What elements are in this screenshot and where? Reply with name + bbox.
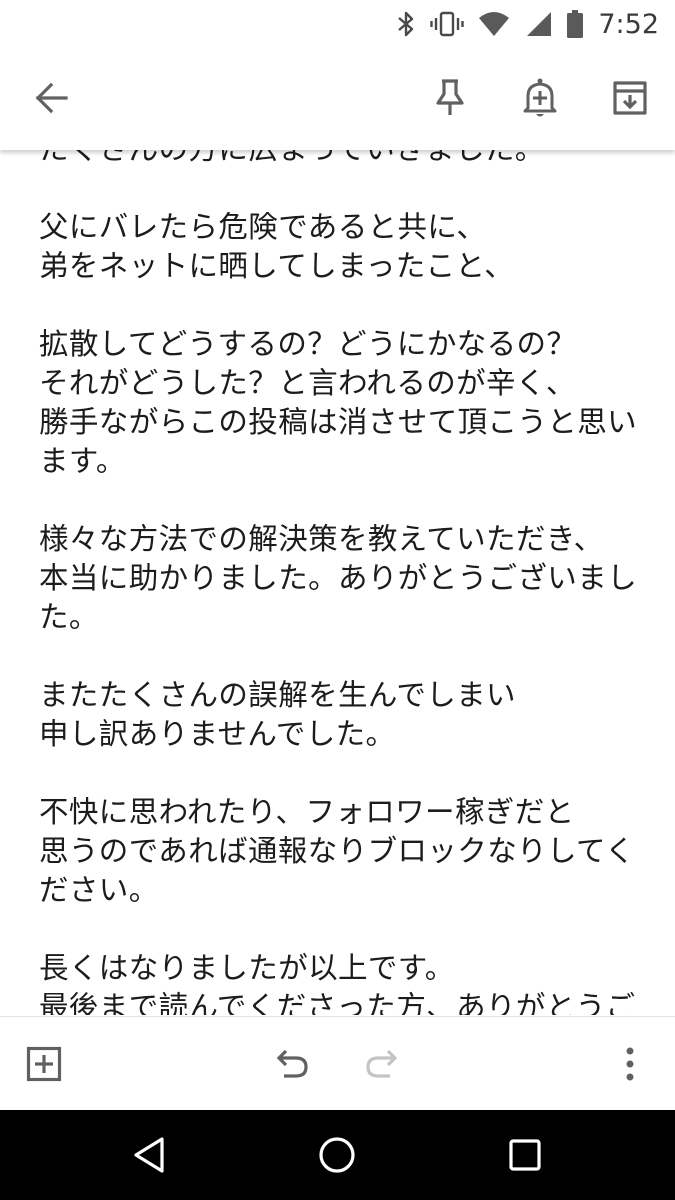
note-line: た。 xyxy=(39,600,99,634)
undo-button[interactable] xyxy=(266,1038,318,1090)
archive-icon xyxy=(612,80,648,116)
bluetooth-icon xyxy=(396,9,416,39)
note-line: ださい。 xyxy=(39,873,159,907)
note-line: 弟をネットに晒してしまったこと、 xyxy=(39,249,515,283)
more-vert-icon xyxy=(624,1046,636,1082)
note-line: 申し訳ありませんでした。 xyxy=(39,717,396,751)
editor-bottom-bar xyxy=(0,1016,675,1111)
back-arrow-icon xyxy=(34,80,70,116)
battery-icon xyxy=(566,9,584,39)
nav-recents-icon xyxy=(507,1137,543,1173)
note-blank-line xyxy=(39,286,655,325)
nav-home-button[interactable] xyxy=(312,1130,362,1180)
status-time: 7:52 xyxy=(598,8,659,40)
note-body[interactable]: たくさんの方に広まっていきました。父にバレたら危険であると共に、弟をネットに晒し… xyxy=(0,130,675,1015)
reminder-button[interactable] xyxy=(512,70,568,126)
pin-button[interactable] xyxy=(422,70,478,126)
note-line: またたくさんの誤解を生んでしまい xyxy=(39,678,516,712)
archive-button[interactable] xyxy=(602,70,658,126)
note-line: 父にバレたら危険であると共に、 xyxy=(39,210,487,244)
nav-recents-button[interactable] xyxy=(500,1130,550,1180)
note-toolbar xyxy=(0,48,675,150)
note-line: 拡散してどうするの？どうにかなるの？ xyxy=(39,327,577,361)
reminder-bell-icon xyxy=(522,77,558,119)
note-blank-line xyxy=(39,637,655,676)
note-line: 不快に思われたり、フォロワー稼ぎだと xyxy=(39,795,575,829)
add-box-icon xyxy=(26,1046,62,1082)
more-options-button[interactable] xyxy=(604,1038,656,1090)
note-line: 様々な方法での解決策を教えていただき、 xyxy=(39,522,604,556)
back-button[interactable] xyxy=(24,70,80,126)
signal-icon xyxy=(524,9,552,39)
undo-icon xyxy=(274,1048,310,1080)
note-line: ます。 xyxy=(39,444,126,478)
note-blank-line xyxy=(39,754,655,793)
pin-icon xyxy=(432,78,468,118)
redo-button[interactable] xyxy=(356,1038,408,1090)
system-navigation-bar xyxy=(0,1110,675,1200)
note-blank-line xyxy=(39,910,655,949)
note-text[interactable]: たくさんの方に広まっていきました。父にバレたら危険であると共に、弟をネットに晒し… xyxy=(0,130,675,1015)
screen: 7:52 父にバレたら危険であると共に、 弟をネットに晒してしまったこと、 拡散… xyxy=(0,0,675,1200)
note-line: 本当に助かりました。ありがとうございまし xyxy=(39,561,638,595)
redo-icon xyxy=(364,1048,400,1080)
note-line: 思うのであれば通報なりブロックなりしてく xyxy=(39,834,635,868)
note-line: 最後まで読んでくださった方、ありがとうご xyxy=(39,990,636,1015)
add-content-button[interactable] xyxy=(18,1038,70,1090)
nav-back-button[interactable] xyxy=(124,1130,174,1180)
vibrate-icon xyxy=(430,9,465,39)
note-line: 勝手ながらこの投稿は消させて頂こうと思い xyxy=(39,405,638,439)
note-blank-line xyxy=(39,169,655,208)
status-icons: 7:52 xyxy=(396,8,659,40)
wifi-icon xyxy=(478,9,510,39)
note-line: それがどうした？と言われるのが辛く、 xyxy=(39,366,576,400)
nav-home-icon xyxy=(317,1135,357,1175)
note-line: 長くはなりましたが以上です。 xyxy=(39,951,455,985)
note-blank-line xyxy=(39,481,655,520)
nav-back-icon xyxy=(131,1135,167,1175)
status-bar: 7:52 xyxy=(0,0,675,48)
